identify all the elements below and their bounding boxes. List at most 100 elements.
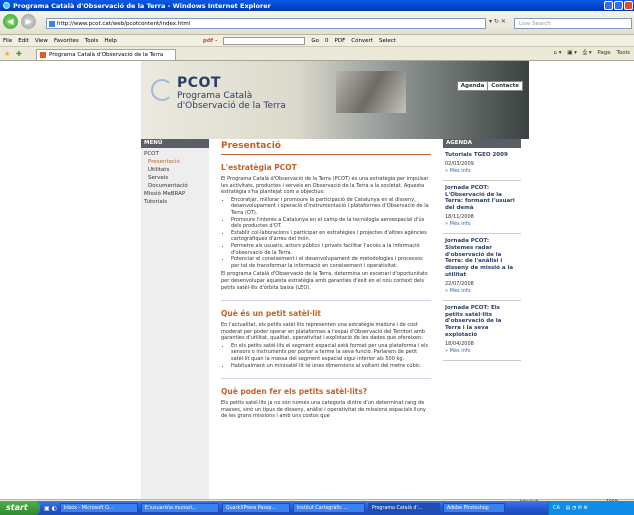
more-info-link[interactable]: » Més info: [445, 348, 519, 354]
taskbar-item[interactable]: Adobe Photoshop: [442, 503, 505, 513]
agenda-item-date: 18/11/2008: [445, 213, 474, 220]
section-heading: L'estratègia PCOT: [221, 163, 297, 172]
nav-item-documentacio[interactable]: Documentació: [141, 182, 209, 190]
forward-button[interactable]: ▶: [21, 14, 36, 29]
list-item: Encoratjar, millorar i promoure la parti…: [231, 197, 431, 217]
menu-bar: File Edit View Favorites Tools Help pdf …: [0, 35, 634, 47]
more-info-link[interactable]: » Més info: [445, 168, 519, 174]
agenda-item-title[interactable]: Jornada PCOT: Sistemes radar d'observaci…: [445, 238, 519, 279]
pdf-button[interactable]: PDF: [335, 38, 346, 44]
nav-item-tutorials[interactable]: Tutorials: [141, 198, 209, 206]
logo-line1: Programa Català: [177, 91, 253, 101]
refresh-stop-icons[interactable]: ▾ ↻ ✕: [489, 18, 506, 25]
paragraph: El Programa Català d'Observació de la Te…: [221, 176, 429, 196]
nav-item-missio[interactable]: Missió MeBRAP: [141, 190, 209, 198]
agenda-item: Jornada PCOT: L'Observació de la Terra: …: [443, 181, 521, 234]
pcot-site: PCOT Programa Català d'Observació de la …: [141, 61, 529, 499]
nav-item-serveis[interactable]: Serveis: [141, 174, 209, 182]
maximize-button[interactable]: [614, 1, 623, 10]
pdf-toolbar-logo[interactable]: pdf -: [203, 38, 217, 44]
language-indicator[interactable]: CA: [553, 505, 560, 511]
minimize-button[interactable]: [604, 1, 613, 10]
paragraph: Els petits satèl·lits ja no són només un…: [221, 400, 426, 420]
satellite-image: [336, 71, 406, 113]
divider: [221, 378, 431, 380]
list-item: En els petits satèl·lits el segment espa…: [231, 343, 431, 363]
more-info-link[interactable]: » Més info: [445, 221, 519, 227]
browser-tab[interactable]: Programa Català d'Observació de la Terra: [36, 49, 176, 60]
menu-help[interactable]: Help: [104, 38, 117, 44]
taskbar: start ▣ ◐ Inbox - Microsoft O... E:\usua…: [0, 501, 634, 515]
list-item: Permetre als usuaris, actors públics i p…: [231, 243, 431, 256]
add-favorite-icon[interactable]: ✚: [16, 50, 22, 58]
taskbar-item[interactable]: QuarkXPress Passp...: [221, 503, 290, 513]
agenda-item-title[interactable]: Tutorials TGEO 2009: [445, 152, 519, 159]
nav-item-presentacio[interactable]: Presentació: [141, 158, 209, 166]
site-logo[interactable]: PCOT Programa Català d'Observació de la …: [177, 75, 286, 111]
nav-item-utilitats[interactable]: Utilitats: [141, 166, 209, 174]
bullet-list: Encoratjar, millorar i promoure la parti…: [231, 197, 431, 270]
start-button[interactable]: start: [0, 501, 40, 515]
menu-edit[interactable]: Edit: [18, 38, 29, 44]
home-icon[interactable]: ⌂ ▾: [553, 50, 561, 56]
agenda-header: AGENDA: [443, 139, 521, 148]
agenda-item-date: 02/03/2009: [445, 160, 474, 167]
back-button[interactable]: ◀: [3, 14, 18, 29]
address-toolbar: ◀ ▶ http://www.pcot.cat/web/pcotcontent/…: [0, 11, 634, 35]
menu-tools[interactable]: Tools: [85, 38, 99, 44]
pdf-select[interactable]: [223, 36, 306, 45]
bullet-list: En els petits satèl·lits el segment espa…: [231, 343, 431, 369]
select-button[interactable]: Select: [379, 38, 396, 44]
taskbar-item[interactable]: E:\usuaris\e.munoz\...: [140, 503, 219, 513]
agenda-item-title[interactable]: Jornada PCOT: Els petits satèl·lits d'ob…: [445, 305, 519, 339]
contacte-link[interactable]: Contacte: [487, 82, 522, 90]
menu-view[interactable]: View: [35, 38, 48, 44]
convert-button[interactable]: Convert: [351, 38, 373, 44]
close-button[interactable]: [624, 1, 633, 10]
section-heading: Què poden fer els petits satèl·lits?: [221, 387, 368, 397]
rss-icon[interactable]: ▣ ▾: [567, 50, 577, 56]
left-navigation: MENÚ PCOT Presentació Utilitats Serveis …: [141, 139, 209, 499]
go-button[interactable]: Go: [311, 38, 319, 44]
agenda-link[interactable]: Agenda: [458, 82, 488, 90]
tab-row: ★ ✚ Programa Català d'Observació de la T…: [0, 47, 634, 61]
divider: [221, 300, 431, 302]
tools-menu[interactable]: Tools: [616, 50, 630, 56]
taskbar-item[interactable]: Institut Cartogràfic ...: [292, 503, 365, 513]
taskbar-item[interactable]: Inbox - Microsoft O...: [59, 503, 138, 513]
top-links: Agenda Contacte: [456, 81, 523, 91]
count-badge: 0: [325, 37, 329, 44]
paragraph: En l'actualitat, els petits satèl·lits r…: [221, 322, 425, 342]
agenda-item: Jornada PCOT: Els petits satèl·lits d'ob…: [443, 301, 521, 361]
more-info-link[interactable]: » Més info: [445, 288, 519, 294]
site-banner: PCOT Programa Català d'Observació de la …: [141, 61, 529, 139]
ie-logo-icon: [3, 2, 10, 9]
paragraph: El programa Català d'Observació de la Te…: [221, 271, 428, 291]
agenda-item-title[interactable]: Jornada PCOT: L'Observació de la Terra: …: [445, 185, 519, 212]
address-input[interactable]: http://www.pcot.cat/web/pcotcontent/inde…: [46, 18, 486, 29]
page-viewport: PCOT Programa Català d'Observació de la …: [0, 61, 634, 499]
window-controls: [604, 1, 633, 10]
window-title: Programa Català d'Observació de la Terra…: [13, 1, 271, 10]
agenda-item-date: 22/07/2008: [445, 280, 474, 287]
favorites-star-icon[interactable]: ★: [4, 50, 10, 58]
search-input[interactable]: Live Search: [514, 18, 632, 29]
menu-file[interactable]: File: [3, 38, 12, 44]
menu-favorites[interactable]: Favorites: [54, 38, 79, 44]
nav-header: MENÚ: [141, 139, 209, 148]
quick-launch-icons[interactable]: ▣ ◐: [44, 505, 57, 512]
agenda-item-date: 18/04/2008: [445, 340, 474, 347]
print-icon[interactable]: ⎙ ▾: [583, 50, 592, 56]
list-item: Habitualment un minisatèl·lit té unes di…: [231, 363, 431, 370]
window-title-bar: Programa Català d'Observació de la Terra…: [0, 0, 634, 11]
tray-icons[interactable]: ▤ ◔ ✉ ⚙: [566, 505, 589, 511]
nav-item-pcot[interactable]: PCOT: [141, 150, 209, 158]
page-menu[interactable]: Page: [597, 50, 610, 56]
main-content: Presentació L'estratègia PCOT El Program…: [221, 139, 431, 420]
logo-line2: d'Observació de la Terra: [177, 101, 286, 111]
taskbar-item-active[interactable]: Programa Català d'...: [367, 503, 440, 513]
section-heading: Què és un petit satèl·lit: [221, 309, 322, 319]
agenda-item: Tutorials TGEO 2009 02/03/2009 » Més inf…: [443, 148, 521, 181]
page-title: Presentació: [221, 141, 431, 155]
list-item: Promoure l'interès a Catalunya en el cam…: [231, 217, 431, 230]
